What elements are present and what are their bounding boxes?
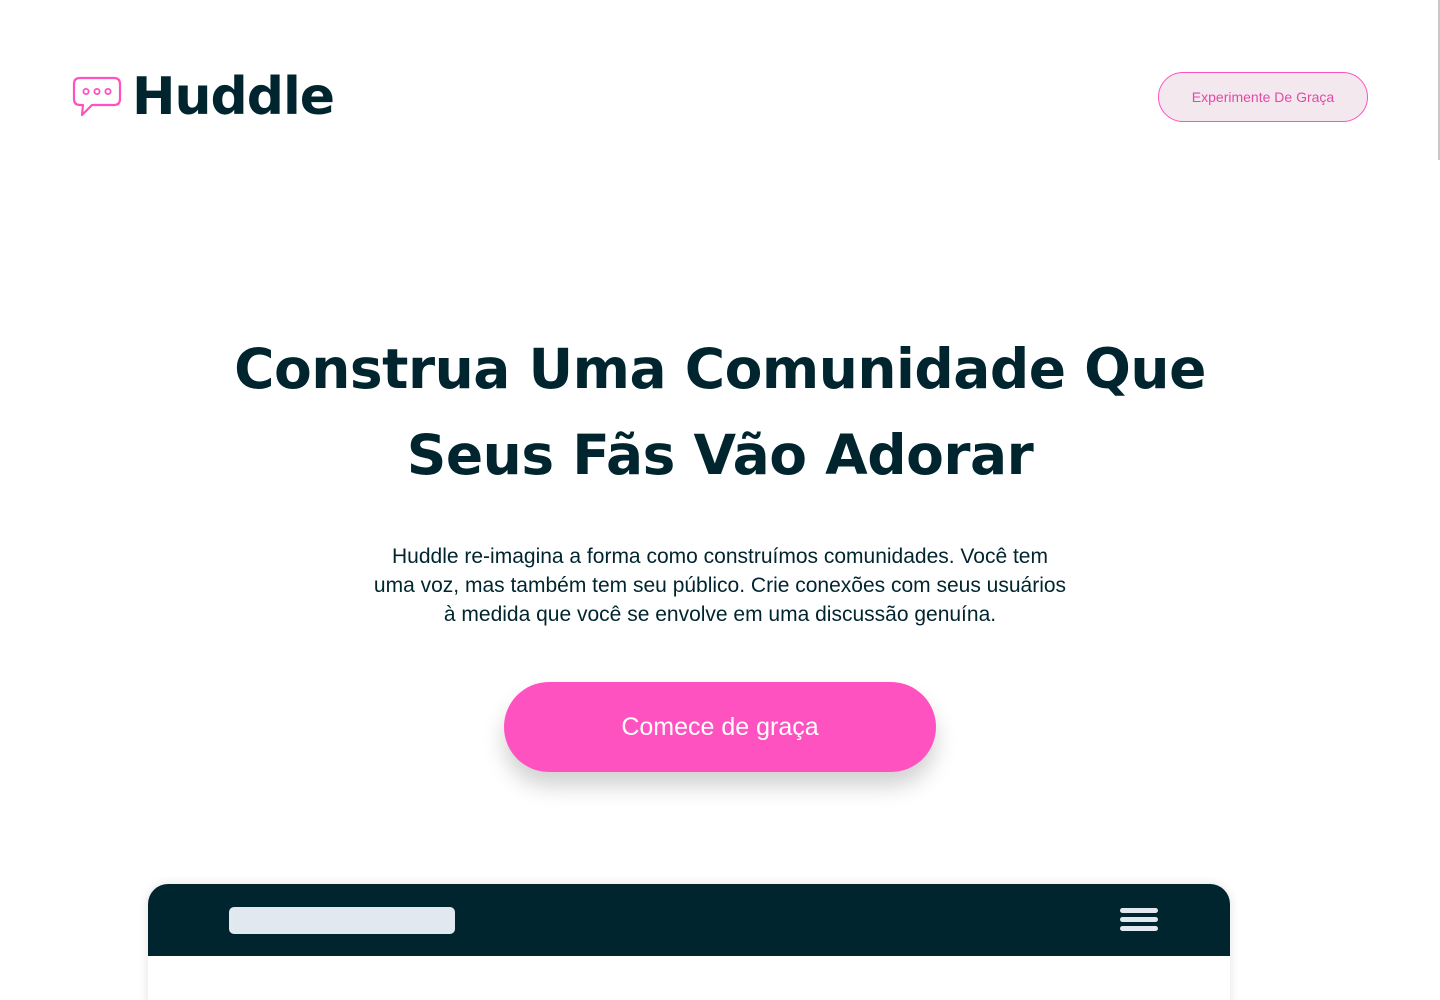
hero-description-line: Huddle re-imagina a forma como construím…	[392, 545, 1048, 568]
hero-description-line: uma voz, mas também tem seu público. Cri…	[373, 574, 1067, 597]
hamburger-menu-icon	[1120, 908, 1158, 932]
hero-title: Construa Uma Comunidade Que Seus Fãs Vão…	[220, 326, 1220, 498]
landing-page: Huddle Experimente De Graça Construa Uma…	[0, 0, 1440, 1000]
hero-description: Huddle re-imagina a forma como construím…	[330, 542, 1110, 629]
start-free-button[interactable]: Comece de graça	[504, 682, 936, 772]
try-free-button[interactable]: Experimente De Graça	[1158, 72, 1368, 122]
app-mockup-image	[148, 884, 1230, 1000]
hero-title-line: Seus Fãs Vão Adorar	[406, 423, 1034, 487]
site-header: Huddle Experimente De Graça	[72, 67, 1368, 127]
hero-title-line: Construa Uma Comunidade Que	[234, 337, 1206, 401]
mockup-search-placeholder	[229, 907, 455, 934]
hero-section: Construa Uma Comunidade Que Seus Fãs Vão…	[0, 326, 1440, 629]
hero-description-line: à medida que você se envolve em uma disc…	[443, 603, 997, 626]
mockup-top-bar	[148, 884, 1230, 956]
chat-bubble-icon	[72, 76, 122, 118]
logo-text: Huddle	[132, 67, 335, 127]
logo[interactable]: Huddle	[72, 67, 335, 127]
